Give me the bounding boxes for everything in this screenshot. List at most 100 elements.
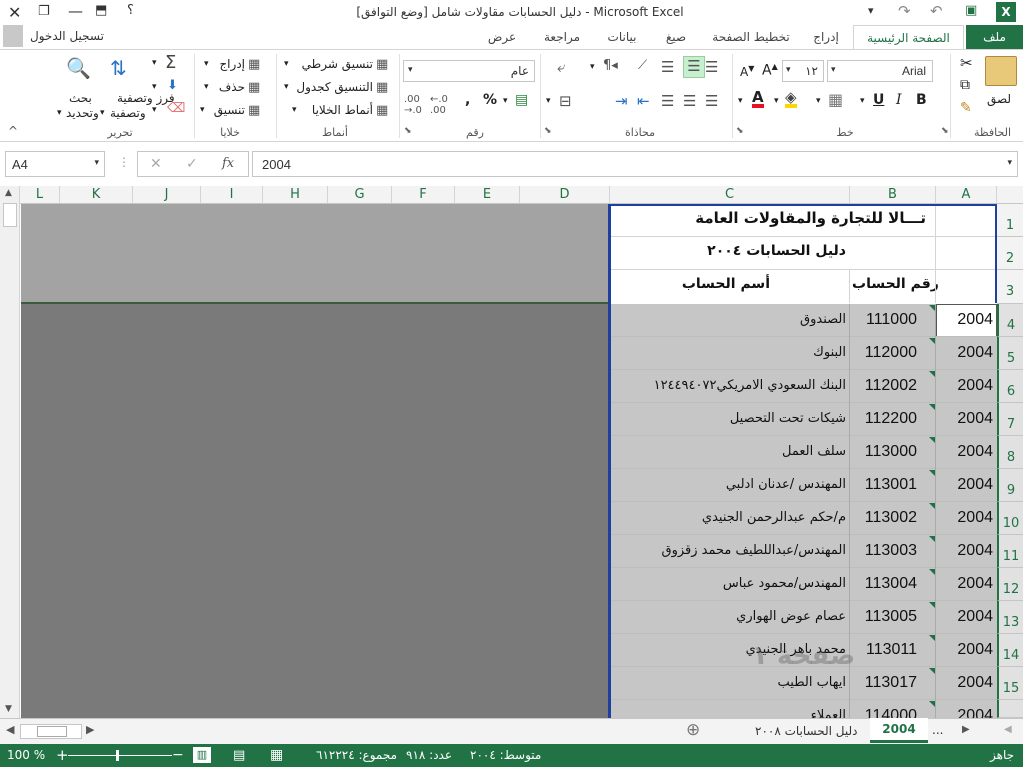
col-header-A[interactable]: A — [936, 186, 997, 204]
autosum-icon[interactable]: Σ — [165, 52, 176, 73]
cell-account-name[interactable]: سلف العمل — [612, 444, 846, 459]
cell-account-name[interactable]: ايهاب الطيب — [612, 675, 846, 690]
scroll-up-icon[interactable]: ▲ — [5, 188, 12, 198]
cell-account-name[interactable]: م/حكم عبدالرحمن الجنيدي — [612, 510, 846, 525]
conditional-format-button[interactable]: تنسيق شرطي — [295, 57, 373, 71]
cell-year[interactable]: 2004 — [936, 443, 993, 461]
cell-year[interactable]: 2004 — [936, 509, 993, 527]
chevron-down-icon[interactable]: ▾ — [284, 59, 289, 69]
cell-account-name[interactable]: المهندس /عدنان ادلبي — [612, 477, 846, 492]
error-indicator-icon[interactable] — [929, 305, 935, 311]
increase-indent-icon[interactable]: ⇤ — [637, 92, 650, 110]
row-header[interactable]: 13 — [997, 601, 1023, 634]
paste-icon[interactable] — [985, 56, 1017, 86]
clipboard-launcher-icon[interactable]: ⬊ — [941, 126, 949, 136]
fill-color-icon[interactable]: ◈ — [785, 90, 797, 108]
find-select-button[interactable]: بحث — [69, 91, 92, 105]
cell-account-number[interactable]: 112000 — [850, 344, 917, 362]
error-indicator-icon[interactable] — [929, 338, 935, 344]
percent-icon[interactable]: % — [483, 92, 497, 108]
scroll-thumb[interactable] — [3, 203, 17, 227]
sheet-nav-next-icon[interactable]: ▶ — [962, 724, 970, 735]
decrease-decimal-icon[interactable]: .00 →.0 — [404, 94, 422, 116]
align-right-icon[interactable]: ☰ — [705, 92, 718, 110]
zoom-slider-thumb[interactable] — [116, 750, 119, 761]
restore-icon[interactable]: ❐ — [38, 4, 50, 19]
row-header[interactable]: 1 — [997, 204, 1023, 237]
cell-account-number[interactable]: 112200 — [850, 410, 917, 428]
row-header[interactable]: 9 — [997, 469, 1023, 502]
hscroll-left-icon[interactable]: ◀ — [6, 723, 14, 736]
error-indicator-icon[interactable] — [929, 470, 935, 476]
zoom-in-icon[interactable]: + — [56, 744, 69, 767]
col-header-L[interactable]: L — [20, 186, 60, 204]
chevron-down-icon[interactable]: ▾ — [204, 59, 209, 69]
tab-review[interactable]: مراجعة — [532, 25, 592, 49]
collapse-ribbon-icon[interactable]: ^ — [8, 124, 18, 138]
cell-account-number[interactable]: 113004 — [850, 575, 917, 593]
error-indicator-icon[interactable] — [929, 635, 935, 641]
chevron-down-icon[interactable]: ▾ — [503, 96, 508, 106]
row-header[interactable] — [997, 700, 1023, 718]
number-launcher-icon[interactable]: ⬊ — [404, 126, 412, 136]
cell-year[interactable]: 2004 — [936, 344, 993, 362]
chevron-down-icon[interactable]: ▾ — [57, 108, 62, 118]
chevron-down-icon[interactable]: ▾ — [200, 105, 205, 115]
tab-file[interactable]: ملف — [966, 25, 1023, 49]
cell-account-name[interactable]: الصندوق — [612, 312, 846, 327]
chevron-down-icon[interactable]: ▾ — [284, 82, 289, 92]
expand-formula-icon[interactable]: ▾ — [1007, 158, 1012, 168]
hscroll-right-icon[interactable]: ▶ — [86, 723, 94, 736]
bold-icon[interactable]: B — [916, 92, 927, 108]
format-button[interactable]: تنسيق — [208, 103, 245, 117]
chevron-down-icon[interactable]: ▾ — [816, 96, 821, 106]
align-center-icon[interactable]: ☰ — [683, 92, 696, 110]
select-all-corner[interactable] — [997, 186, 1023, 204]
font-name-box[interactable]: Arial ▾ — [827, 60, 933, 82]
col-header-J[interactable]: J — [133, 186, 201, 204]
formula-input[interactable]: 2004 ▾ — [252, 151, 1018, 177]
save-icon[interactable]: ▣ — [965, 3, 977, 18]
page-break-view-icon[interactable]: ▥ — [193, 747, 211, 763]
cell-year[interactable]: 2004 — [936, 575, 993, 593]
insert-cells-icon[interactable]: ▦ — [248, 57, 260, 72]
chevron-down-icon[interactable]: ▾ — [546, 96, 551, 106]
col-header-H[interactable]: H — [263, 186, 328, 204]
delete-button[interactable]: حذف — [214, 80, 245, 94]
chevron-down-icon[interactable]: ▾ — [204, 82, 209, 92]
chevron-down-icon[interactable]: ▾ — [786, 65, 791, 75]
sheet-nav-prev-icon[interactable]: ◀ — [1004, 724, 1012, 735]
conditional-format-icon[interactable]: ▦ — [376, 57, 388, 72]
cell-account-number[interactable]: 111000 — [850, 311, 917, 329]
cell-year[interactable]: 2004 — [936, 377, 993, 395]
cut-icon[interactable]: ✂ — [960, 54, 973, 72]
format-as-table-button[interactable]: التنسيق كجدول — [292, 80, 373, 94]
cell-account-name[interactable]: عصام عوض الهواري — [612, 609, 846, 624]
align-middle-icon[interactable]: ☰ — [683, 56, 705, 78]
help-icon[interactable]: ؟ — [127, 3, 134, 18]
col-header-B[interactable]: B — [850, 186, 936, 204]
error-indicator-icon[interactable] — [929, 701, 935, 707]
cell-account-name[interactable]: المهندس/محمود عباس — [612, 576, 846, 591]
signin-link[interactable]: تسجيل الدخول — [30, 29, 104, 43]
col-header-E[interactable]: E — [455, 186, 520, 204]
font-color-icon[interactable]: A — [752, 90, 764, 108]
chevron-down-icon[interactable]: ▾ — [590, 62, 595, 72]
row-header[interactable]: 6 — [997, 370, 1023, 403]
cell-year[interactable]: 2004 — [936, 608, 993, 626]
col-header-D[interactable]: D — [520, 186, 610, 204]
row-header[interactable]: 2 — [997, 237, 1023, 270]
cell-account-name[interactable]: المهندس/عبداللطيف محمد زقزوق — [612, 543, 847, 558]
cell-account-number[interactable]: 113002 — [850, 509, 917, 527]
row-header[interactable]: 12 — [997, 568, 1023, 601]
sort-filter-icon[interactable]: ⇅ — [110, 56, 127, 80]
tab-view[interactable]: عرض — [480, 25, 524, 49]
find-select-button-2[interactable]: وتحديد — [66, 106, 99, 120]
comma-style-icon[interactable]: , — [465, 92, 470, 108]
row-header[interactable]: 4 — [997, 304, 1023, 337]
row-header[interactable]: 10 — [997, 502, 1023, 535]
cell-account-number[interactable]: 113005 — [850, 608, 917, 626]
align-left-icon[interactable]: ☰ — [661, 92, 674, 110]
redo-icon[interactable]: ↷ — [898, 2, 911, 20]
normal-view-icon[interactable]: ▦ — [270, 744, 283, 767]
